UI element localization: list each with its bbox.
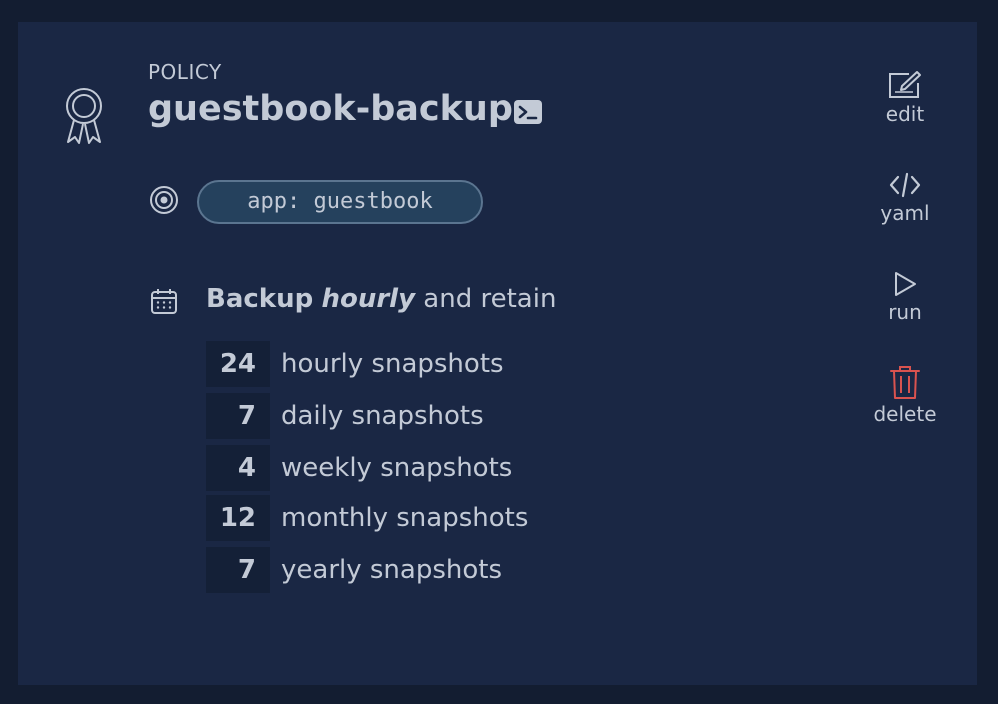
retention-count: 7 (206, 547, 270, 593)
schedule-suffix: and retain (423, 284, 557, 314)
yaml-label: yaml (880, 201, 930, 225)
run-button[interactable]: run (860, 270, 950, 324)
target-icon (150, 186, 178, 214)
yaml-button[interactable]: yaml (860, 171, 950, 225)
schedule-prefix: Backup (206, 284, 314, 314)
retention-label: monthly snapshots (281, 503, 529, 533)
edit-label: edit (885, 102, 925, 126)
policy-name: guestbook-backup (148, 89, 513, 129)
policy-type-label: POLICY (148, 60, 222, 84)
code-icon (889, 172, 921, 198)
delete-label: delete (873, 402, 937, 426)
terminal-icon[interactable] (514, 100, 542, 124)
edit-button[interactable]: edit (860, 70, 950, 126)
retention-count: 12 (206, 495, 270, 541)
label-selector-pill: app: guestbook (197, 180, 483, 224)
policy-card: POLICY guestbook-backup app: guestbook B… (18, 22, 977, 685)
retention-count: 4 (206, 445, 270, 491)
schedule-frequency: hourly (321, 284, 416, 314)
retention-label: daily snapshots (281, 401, 484, 431)
play-icon (895, 272, 916, 296)
delete-button[interactable]: delete (860, 364, 950, 426)
schedule-summary: Backup hourly and retain (206, 284, 556, 314)
retention-label: yearly snapshots (281, 555, 503, 585)
retention-label: hourly snapshots (281, 349, 504, 379)
retention-label: weekly snapshots (281, 453, 513, 483)
retention-count: 7 (206, 393, 270, 439)
award-ribbon-icon (66, 88, 102, 144)
retention-count: 24 (206, 341, 270, 387)
calendar-icon (151, 289, 177, 314)
run-label: run (888, 300, 922, 324)
trash-icon (890, 366, 920, 399)
edit-icon (889, 71, 921, 98)
